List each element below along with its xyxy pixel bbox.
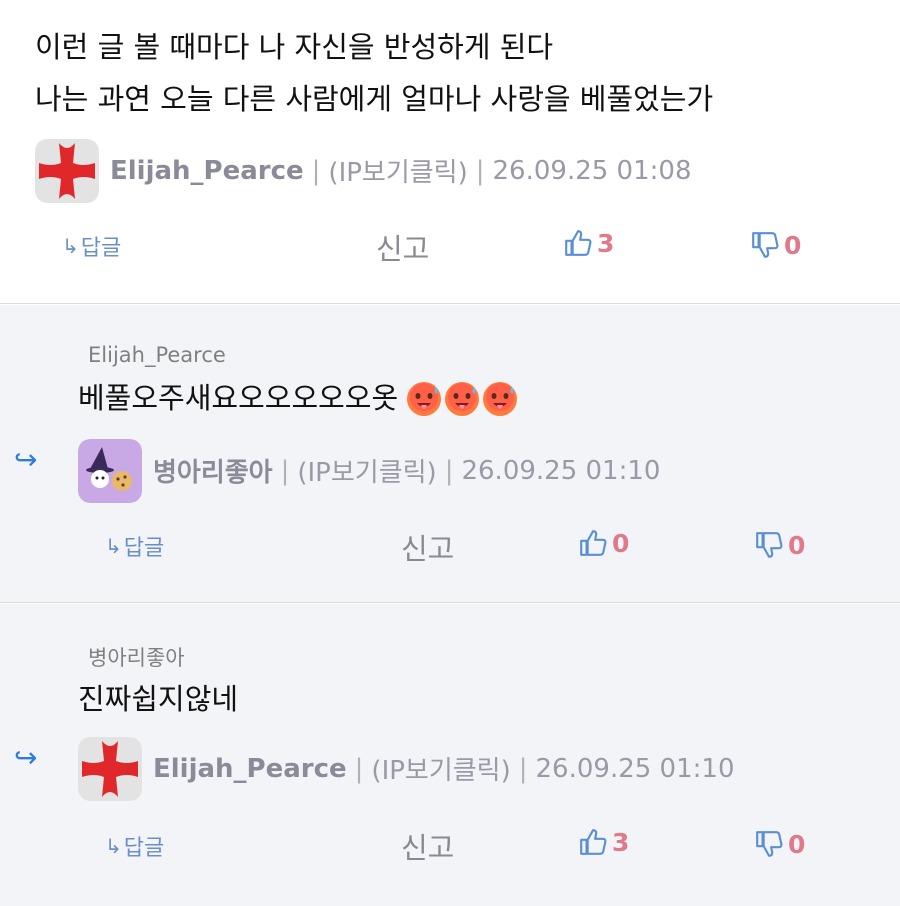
comment-0: 이런 글 볼 때마다 나 자신을 반성하게 된다 나는 과연 오늘 다른 사람에… xyxy=(0,0,900,304)
thumbs-down-icon xyxy=(754,530,784,560)
ip-view-link[interactable]: (IP보기클릭) xyxy=(371,750,510,787)
divider: | xyxy=(444,455,454,486)
like-button[interactable]: 0 xyxy=(578,528,629,558)
dislike-button[interactable]: 0 xyxy=(750,230,801,260)
dislike-button[interactable]: 0 xyxy=(754,829,805,859)
reply-indicator-icon: ↪ xyxy=(14,741,38,774)
comment-text: 베풀오주새요오오오오오옷 xyxy=(78,381,399,415)
avatar[interactable] xyxy=(78,439,142,503)
report-button[interactable]: 신고 xyxy=(376,226,429,268)
like-count: 0 xyxy=(612,528,630,558)
hot-face-emoji-icon xyxy=(444,381,480,417)
ip-view-link[interactable]: (IP보기클릭) xyxy=(328,152,467,189)
dislike-button[interactable]: 0 xyxy=(754,530,805,560)
dislike-count: 0 xyxy=(788,530,806,560)
reply-arrow-icon: ↳ xyxy=(105,834,122,858)
avatar[interactable] xyxy=(78,737,142,801)
avatar[interactable] xyxy=(35,139,99,203)
ip-view-link[interactable]: (IP보기클릭) xyxy=(297,452,436,489)
divider: | xyxy=(475,155,485,186)
dislike-count: 0 xyxy=(788,829,806,859)
reply-button[interactable]: ↳ 답글 xyxy=(105,530,164,562)
comment-2: 병아리좋아 진짜쉽지않네 ↪ Elijah_Pearce | (IP보기클릭) … xyxy=(0,604,900,906)
nickname[interactable]: 병아리좋아 xyxy=(153,452,273,489)
reply-label: 답글 xyxy=(80,236,122,261)
like-count: 3 xyxy=(612,827,630,857)
nickname[interactable]: Elijah_Pearce xyxy=(110,156,304,186)
divider: | xyxy=(311,155,321,186)
divider: | xyxy=(280,455,290,486)
reply-label: 답글 xyxy=(123,536,165,561)
thumbs-up-icon xyxy=(563,228,593,258)
thumbs-down-icon xyxy=(750,230,780,260)
comment-meta: 병아리좋아 | (IP보기클릭) | 26.09.25 01:10 xyxy=(153,452,660,489)
thumbs-down-icon xyxy=(754,829,784,859)
thumbs-up-icon xyxy=(578,528,608,558)
like-count: 3 xyxy=(597,228,615,258)
comment-text-line-2: 나는 과연 오늘 다른 사람에게 얼마나 사랑을 베풀었는가 xyxy=(35,82,714,116)
reply-mention: 병아리좋아 xyxy=(88,646,185,670)
hot-face-emoji-icon xyxy=(406,381,442,417)
thumbs-up-icon xyxy=(578,827,608,857)
like-button[interactable]: 3 xyxy=(578,827,629,857)
comment-meta: Elijah_Pearce | (IP보기클릭) | 26.09.25 01:0… xyxy=(110,152,692,189)
timestamp: 26.09.25 01:10 xyxy=(461,455,661,486)
comment-text-line-1: 이런 글 볼 때마다 나 자신을 반성하게 된다 xyxy=(35,30,554,64)
reply-indicator-icon: ↪ xyxy=(14,443,38,476)
reply-arrow-icon: ↳ xyxy=(105,534,122,558)
reply-button[interactable]: ↳ 답글 xyxy=(62,230,121,262)
comment-text: 진짜쉽지않네 xyxy=(78,682,239,716)
like-button[interactable]: 3 xyxy=(563,228,614,258)
timestamp: 26.09.25 01:08 xyxy=(492,155,692,186)
timestamp: 26.09.25 01:10 xyxy=(535,753,735,784)
hot-face-emoji-icon xyxy=(482,381,518,417)
reply-arrow-icon: ↳ xyxy=(62,234,79,258)
report-button[interactable]: 신고 xyxy=(401,825,454,867)
comment-text-row: 베풀오주새요오오오오오옷 xyxy=(78,375,518,422)
reply-label: 답글 xyxy=(123,836,165,861)
reply-mention: Elijah_Pearce xyxy=(88,343,226,367)
report-button[interactable]: 신고 xyxy=(401,526,454,568)
reply-button[interactable]: ↳ 답글 xyxy=(105,830,164,862)
divider: | xyxy=(518,753,528,784)
nickname[interactable]: Elijah_Pearce xyxy=(153,754,347,784)
divider: | xyxy=(354,753,364,784)
comment-1: Elijah_Pearce 베풀오주새요오오오오오옷 ↪ 병아리좋아 | (IP… xyxy=(0,305,900,603)
dislike-count: 0 xyxy=(784,230,802,260)
comment-meta: Elijah_Pearce | (IP보기클릭) | 26.09.25 01:1… xyxy=(153,750,735,787)
